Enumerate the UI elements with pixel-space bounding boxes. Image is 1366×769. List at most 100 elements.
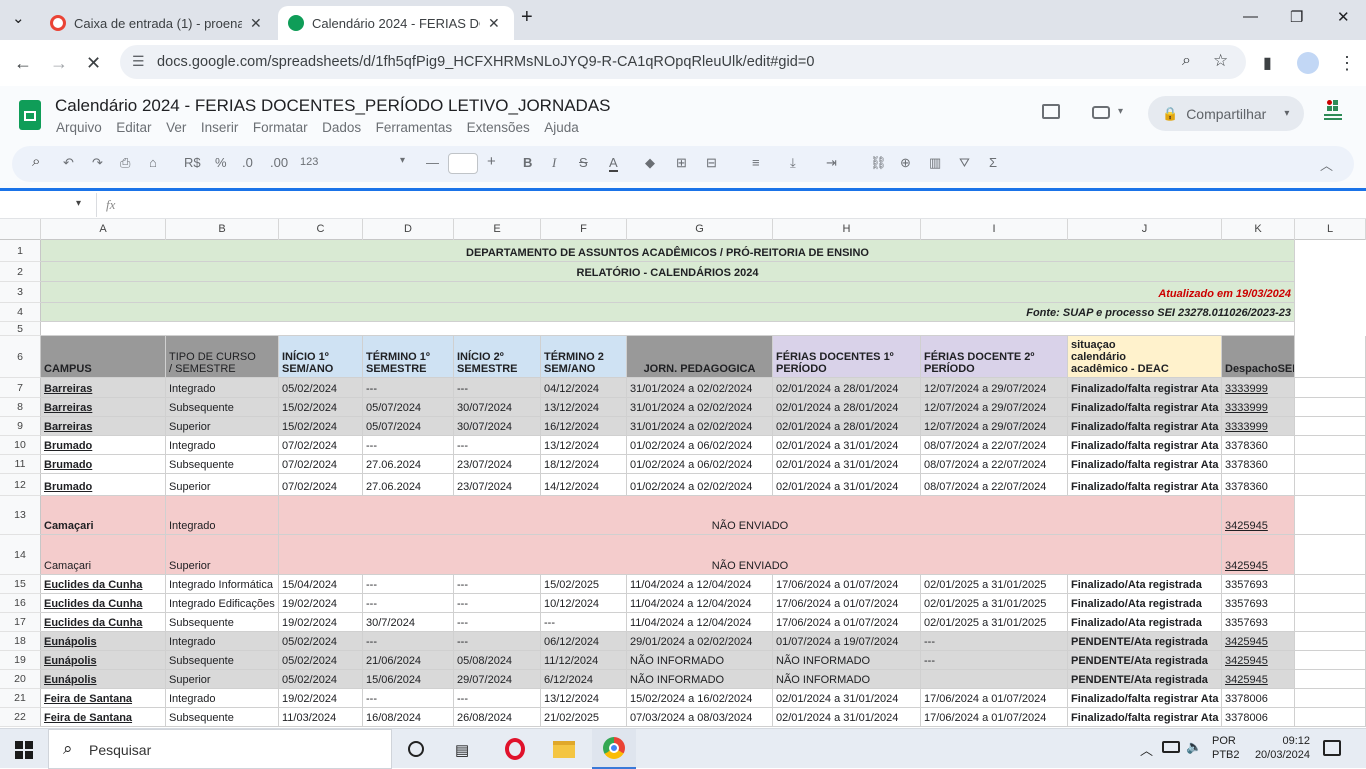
insert-link-icon[interactable]: ⛓ xyxy=(870,155,887,171)
data-cell[interactable]: 3425945 xyxy=(1222,535,1295,575)
url-omnibox[interactable]: ☰ docs.google.com/spreadsheets/d/1fh5qfP… xyxy=(120,45,1246,79)
borders-icon[interactable]: ⊞ xyxy=(676,155,687,171)
profile-avatar[interactable] xyxy=(1297,52,1319,74)
data-cell[interactable]: Integrado Informática xyxy=(166,575,279,594)
menu-extensoes[interactable]: Extensões xyxy=(467,120,530,135)
data-cell[interactable]: Finalizado/Ata registrada xyxy=(1068,613,1222,632)
data-cell[interactable]: --- xyxy=(921,651,1068,670)
data-cell[interactable]: --- xyxy=(363,378,454,398)
data-cell[interactable]: Finalizado/falta registrar Ata xyxy=(1068,474,1222,496)
data-cell[interactable]: --- xyxy=(454,689,541,708)
data-cell[interactable]: 26/08/2024 xyxy=(454,708,541,727)
column-header-i[interactable]: I xyxy=(921,219,1068,240)
data-cell[interactable]: 15/04/2024 xyxy=(279,575,363,594)
data-cell[interactable]: Finalizado/falta registrar Ata xyxy=(1068,689,1222,708)
data-cell[interactable]: 05/02/2024 xyxy=(279,670,363,689)
data-cell[interactable]: Camaçari xyxy=(41,496,166,535)
data-cell[interactable]: 19/02/2024 xyxy=(279,594,363,613)
data-cell[interactable]: PENDENTE/Ata registrada xyxy=(1068,632,1222,651)
data-cell[interactable]: --- xyxy=(363,594,454,613)
data-cell[interactable]: 3425945 xyxy=(1222,632,1295,651)
row-header-22[interactable]: 22 xyxy=(0,708,41,727)
site-info-icon[interactable]: ☰ xyxy=(132,53,145,70)
campus-cell[interactable]: Brumado xyxy=(41,455,166,474)
data-cell[interactable]: NÃO INFORMADO xyxy=(773,651,921,670)
data-cell[interactable]: 19/02/2024 xyxy=(279,689,363,708)
show-hidden-icons[interactable]: ︿ xyxy=(1140,740,1153,759)
campus-cell[interactable]: Eunápolis xyxy=(41,632,166,651)
data-cell[interactable]: 02/01/2024 a 31/01/2024 xyxy=(773,436,921,455)
empty-cell[interactable] xyxy=(1295,436,1366,455)
header-cell[interactable]: TIPO DE CURSO / SEMESTRE xyxy=(166,336,279,378)
data-cell[interactable]: Superior xyxy=(166,670,279,689)
data-cell[interactable]: 01/02/2024 a 02/02/2024 xyxy=(627,474,773,496)
data-cell[interactable]: --- xyxy=(363,689,454,708)
collapse-toolbar-icon[interactable]: ︿ xyxy=(1320,155,1333,174)
opera-icon[interactable] xyxy=(505,738,525,760)
window-close-icon[interactable]: ✕ xyxy=(1337,8,1350,26)
data-cell[interactable]: 11/03/2024 xyxy=(279,708,363,727)
sheets-logo-icon[interactable] xyxy=(19,100,41,130)
data-cell[interactable]: Finalizado/falta registrar Ata xyxy=(1068,398,1222,417)
data-cell[interactable]: 3378360 xyxy=(1222,436,1295,455)
menu-arquivo[interactable]: Arquivo xyxy=(56,120,102,135)
name-box-dropdown-icon[interactable]: ▾ xyxy=(76,198,81,209)
data-cell[interactable]: Subsequente xyxy=(166,613,279,632)
data-cell[interactable]: 12/07/2024 a 29/07/2024 xyxy=(921,417,1068,436)
empty-cell[interactable] xyxy=(1295,632,1366,651)
data-cell[interactable]: 3378360 xyxy=(1222,474,1295,496)
data-cell[interactable]: 3357693 xyxy=(1222,613,1295,632)
share-dropdown-icon[interactable]: ▾ xyxy=(1284,108,1289,119)
campus-cell[interactable]: Feira de Santana xyxy=(41,708,166,727)
row-header-2[interactable]: 2 xyxy=(0,262,41,282)
data-cell[interactable]: Finalizado/Ata registrada xyxy=(1068,575,1222,594)
data-cell[interactable]: 13/12/2024 xyxy=(541,689,627,708)
font-dropdown-icon[interactable]: ▾ xyxy=(400,155,405,166)
data-cell[interactable]: 3378360 xyxy=(1222,455,1295,474)
data-cell[interactable]: 04/12/2024 xyxy=(541,378,627,398)
row-header-1[interactable]: 1 xyxy=(0,240,41,262)
column-header-l[interactable]: L xyxy=(1295,219,1366,240)
data-cell[interactable]: --- xyxy=(363,632,454,651)
menu-ver[interactable]: Ver xyxy=(166,120,186,135)
data-cell[interactable]: 05/02/2024 xyxy=(279,378,363,398)
minimize-icon[interactable]: — xyxy=(1243,8,1258,25)
text-color-icon[interactable]: A xyxy=(609,155,618,172)
data-cell[interactable]: 23/07/2024 xyxy=(454,455,541,474)
empty-cell[interactable] xyxy=(1295,455,1366,474)
data-cell[interactable]: NÃO INFORMADO xyxy=(627,670,773,689)
data-cell[interactable]: PENDENTE/Ata registrada xyxy=(1068,651,1222,670)
data-cell[interactable]: Finalizado/falta registrar Ata xyxy=(1068,708,1222,727)
empty-cell[interactable] xyxy=(1295,535,1366,575)
data-cell[interactable]: 07/02/2024 xyxy=(279,436,363,455)
data-cell[interactable]: 3378006 xyxy=(1222,708,1295,727)
data-cell[interactable]: 31/01/2024 a 02/02/2024 xyxy=(627,398,773,417)
data-cell[interactable]: 17/06/2024 a 01/07/2024 xyxy=(773,575,921,594)
data-cell[interactable]: 05/02/2024 xyxy=(279,632,363,651)
data-cell[interactable]: --- xyxy=(454,378,541,398)
empty-cell[interactable] xyxy=(1295,670,1366,689)
data-cell[interactable]: 30/7/2024 xyxy=(363,613,454,632)
data-cell[interactable]: 15/06/2024 xyxy=(363,670,454,689)
row-header-6[interactable]: 6 xyxy=(0,336,41,378)
data-cell[interactable]: 23/07/2024 xyxy=(454,474,541,496)
data-cell[interactable]: 02/01/2024 a 28/01/2024 xyxy=(773,378,921,398)
data-cell[interactable]: 01/07/2024 a 19/07/2024 xyxy=(773,632,921,651)
data-cell[interactable]: 16/12/2024 xyxy=(541,417,627,436)
banner-updated-date[interactable]: Atualizado em 19/03/2024 xyxy=(41,282,1295,303)
data-cell[interactable]: 15/02/2024 xyxy=(279,398,363,417)
data-cell[interactable]: 07/03/2024 a 08/03/2024 xyxy=(627,708,773,727)
data-cell[interactable]: 3378006 xyxy=(1222,689,1295,708)
data-cell[interactable]: 05/08/2024 xyxy=(454,651,541,670)
decrease-decimal-button[interactable]: .0 xyxy=(242,155,253,170)
merged-status-cell[interactable]: NÃO ENVIADO xyxy=(279,535,1222,575)
data-cell[interactable]: Finalizado/falta registrar Ata xyxy=(1068,436,1222,455)
column-header-h[interactable]: H xyxy=(773,219,921,240)
data-cell[interactable]: 02/01/2024 a 31/01/2024 xyxy=(773,689,921,708)
row-header-17[interactable]: 17 xyxy=(0,613,41,632)
data-cell[interactable]: 08/07/2024 a 22/07/2024 xyxy=(921,436,1068,455)
data-cell[interactable]: --- xyxy=(454,613,541,632)
empty-cell[interactable] xyxy=(1295,708,1366,727)
formula-input[interactable] xyxy=(130,193,1360,217)
cortana-icon[interactable] xyxy=(408,741,424,757)
